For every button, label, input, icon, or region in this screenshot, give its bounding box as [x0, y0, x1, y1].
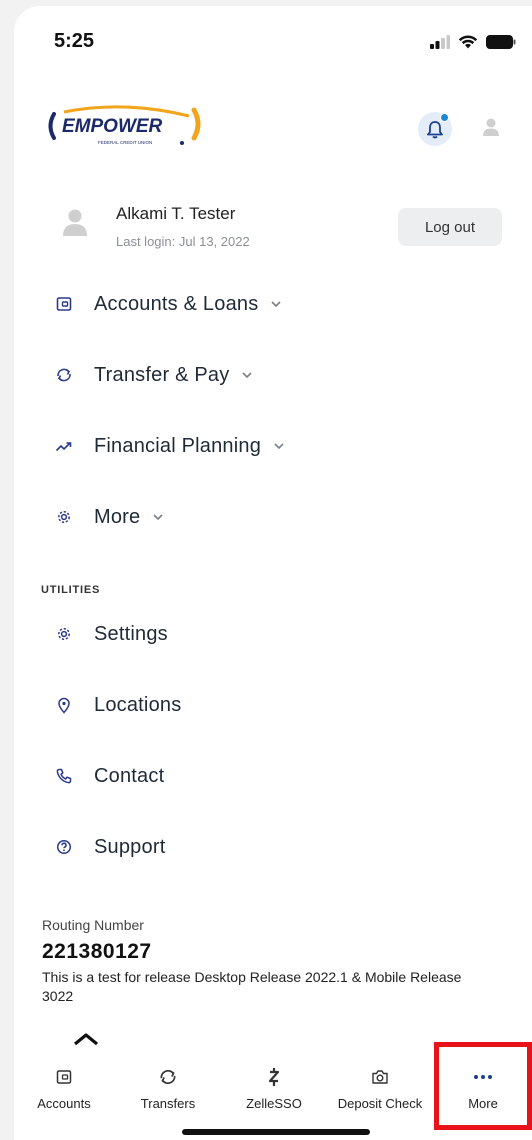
menu-item-label: Financial Planning: [94, 434, 262, 457]
camera-icon: [371, 1066, 389, 1088]
trend-icon: [54, 436, 74, 456]
wallet-icon: [56, 1066, 72, 1088]
logo-subtext: FEDERAL CREDIT UNION: [98, 140, 152, 145]
chevron-down-icon: [152, 513, 164, 521]
routing-number: 221380127: [42, 940, 152, 963]
status-time: 5:25: [54, 30, 95, 52]
release-note: This is a test for release Desktop Relea…: [42, 969, 462, 1004]
menu-item-label: More: [94, 505, 141, 528]
user-icon: [483, 118, 499, 136]
routing-number-label: Routing Number: [42, 917, 144, 933]
menu-item-locations[interactable]: Locations: [14, 681, 532, 729]
gear-icon: [54, 624, 74, 644]
status-icons: [430, 34, 516, 49]
notifications-button[interactable]: [418, 112, 452, 146]
status-bar: 5:25: [14, 6, 532, 76]
chevron-down-icon: [241, 371, 253, 379]
tab-label: Accounts: [37, 1096, 91, 1111]
chevron-up-icon: [73, 1033, 99, 1046]
menu-item-transfer-pay[interactable]: Transfer & Pay: [14, 351, 532, 399]
phone-icon: [54, 766, 74, 786]
empower-logo[interactable]: EMPOWER FEDERAL CREDIT UNION: [44, 104, 204, 150]
help-icon: [54, 837, 74, 857]
collapse-caret-button[interactable]: [72, 1032, 100, 1051]
zelle-icon: [267, 1066, 281, 1088]
tab-label: Transfers: [140, 1096, 196, 1111]
logo-wordmark: EMPOWER: [62, 116, 163, 137]
logout-button[interactable]: Log out: [398, 208, 502, 246]
battery-icon: [486, 34, 516, 49]
user-avatar-icon: [63, 209, 87, 236]
app-screen: 5:25 EMPOWER FEDERAL CREDIT UNION Alkami…: [14, 6, 532, 1140]
user-name: Alkami T. Tester: [116, 204, 236, 223]
empower-logo-graphic: EMPOWER FEDERAL CREDIT UNION: [48, 105, 201, 145]
menu-item-label: Settings: [94, 622, 168, 645]
menu-item-financial-planning[interactable]: Financial Planning: [14, 422, 532, 470]
menu-item-accounts-loans[interactable]: Accounts & Loans: [14, 280, 532, 328]
last-login: Last login: Jul 13, 2022: [116, 234, 250, 249]
location-pin-icon: [54, 695, 74, 715]
profile-button[interactable]: [480, 116, 502, 143]
menu-item-settings[interactable]: Settings: [14, 610, 532, 658]
menu-item-label: Locations: [94, 693, 182, 716]
gear-icon: [54, 507, 74, 527]
tab-deposit-check[interactable]: Deposit Check: [328, 1058, 432, 1122]
tab-label: ZelleSSO: [246, 1096, 302, 1111]
transfer-icon: [54, 365, 74, 385]
menu-item-label: Transfer & Pay: [94, 363, 230, 386]
tab-accounts[interactable]: Accounts: [18, 1058, 110, 1122]
wifi-icon: [458, 35, 478, 49]
notification-badge: [440, 113, 449, 122]
wallet-icon: [54, 294, 74, 314]
tab-label: Deposit Check: [337, 1096, 423, 1111]
tab-transfers[interactable]: Transfers: [122, 1058, 214, 1122]
menu-item-contact[interactable]: Contact: [14, 752, 532, 800]
cellular-signal-icon: [430, 34, 450, 49]
menu-item-label: Support: [94, 835, 166, 858]
avatar: [60, 206, 90, 243]
menu-item-label: Contact: [94, 764, 165, 787]
home-indicator: [182, 1129, 370, 1135]
transfer-icon: [158, 1066, 178, 1088]
menu-item-support[interactable]: Support: [14, 823, 532, 871]
menu-item-label: Accounts & Loans: [94, 292, 259, 315]
chevron-down-icon: [270, 300, 282, 308]
app-header: EMPOWER FEDERAL CREDIT UNION: [14, 96, 532, 156]
bell-icon: [427, 120, 443, 138]
more-tab-highlight-box: [434, 1042, 532, 1130]
menu-item-more[interactable]: More: [14, 493, 532, 541]
utilities-section-label: UTILITIES: [41, 584, 101, 596]
tab-zellesso[interactable]: ZelleSSO: [228, 1058, 320, 1122]
chevron-down-icon: [273, 442, 285, 450]
user-profile: Alkami T. Tester Last login: Jul 13, 202…: [14, 196, 532, 266]
